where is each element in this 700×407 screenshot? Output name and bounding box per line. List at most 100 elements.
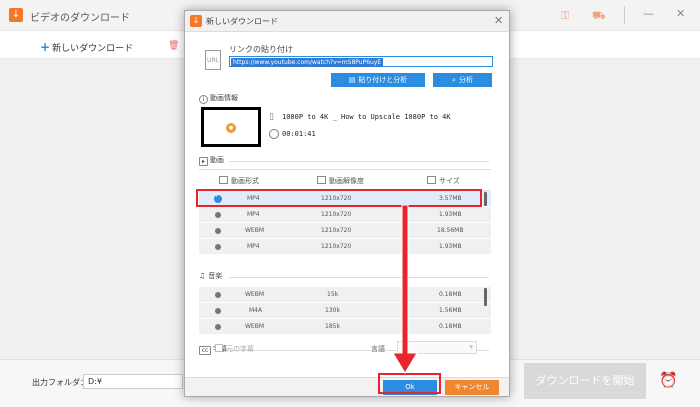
cc-icon: cc [199,346,211,355]
table-row[interactable]: WEBM 15k 0.18MB [199,287,491,303]
row-format: WEBM [245,291,265,298]
video-logo-icon: ● [226,123,236,133]
new-download-label: 新しいダウンロード [52,44,134,54]
alarm-clock-icon[interactable]: ⏰ [659,371,678,389]
output-folder-input[interactable]: D:¥ [83,374,183,389]
audio-table: WEBM 15k 0.18MB M4A 130k 1.56MB WEBM 185… [199,287,491,335]
video-table-header: 動画形式 動画解像度 サイズ [199,170,491,191]
search-icon: ⌕ [452,76,456,84]
row-bitrate: 185k [325,323,340,330]
chevron-down-icon: ▾ [469,343,473,351]
video-section: ▸ 動画 [199,155,224,166]
dialog-close-icon[interactable]: ✕ [494,14,503,27]
analyze-label: 分析 [458,76,473,84]
dialog-titlebar: ↓ 新しいダウンロード ✕ [185,11,509,32]
language-label: 言語 [371,345,385,353]
clock-icon [269,129,279,139]
row-resolution: 1210x720 [321,243,352,250]
radio-button[interactable] [215,212,221,218]
table-row[interactable]: M4A 130k 1.56MB [199,303,491,319]
row-resolution: 1210x720 [321,211,352,218]
download-logo-icon: ↓ [190,15,202,27]
close-icon[interactable]: ✕ [676,7,685,20]
row-size: 1.56MB [439,307,462,314]
col-resolution-header: 動画解像度 [317,176,364,186]
section-divider [229,161,489,162]
original-subtitle-checkbox[interactable] [215,344,223,352]
row-bitrate: 130k [325,307,340,314]
cancel-button[interactable]: キャンセル [445,380,499,395]
radio-button[interactable] [215,292,221,298]
col-resolution-label: 動画解像度 [329,177,364,185]
table-row[interactable]: WEBM 185k 0.18MB [199,319,491,335]
col-format-header: 動画形式 [219,176,259,186]
paste-and-analyze-button[interactable]: ▤ 貼り付けと分析 [331,73,425,87]
video-thumbnail: ● [201,107,261,147]
row-format: MP4 [247,211,260,218]
download-logo-icon: ↓ [9,8,23,22]
original-subtitle-label: 元の字幕 [226,345,254,353]
minimize-icon[interactable]: — [643,7,654,20]
size-icon [427,176,436,184]
radio-button[interactable] [215,308,221,314]
titlebar-divider [624,6,625,24]
row-format: M4A [249,307,263,314]
radio-button[interactable] [215,228,221,234]
col-format-label: 動画形式 [231,177,259,185]
row-format: WEBM [245,323,265,330]
app-title: ビデオのダウンロード [30,13,130,24]
audio-section: ♫ 音楽 [199,271,222,281]
url-value: https://www.youtube.com/watch?v=mS8PuP6u… [231,58,384,67]
analyze-button[interactable]: ⌕ 分析 [433,73,492,87]
audio-section-label: 音楽 [208,272,223,280]
video-info-section: i 動画情報 [199,93,238,104]
row-bitrate: 15k [327,291,339,298]
output-folder-label: 出力フォルダ： [32,378,88,387]
url-input[interactable]: https://www.youtube.com/watch?v=mS8PuP6u… [229,56,493,67]
row-format: WEBM [245,227,265,234]
start-download-button[interactable]: ダウンロードを開始 [524,363,646,399]
highlight-ok-button [378,373,441,394]
key-icon[interactable]: ⚿ [561,9,569,23]
radio-button[interactable] [215,324,221,330]
video-icon: ▸ [199,157,208,166]
video-table: 動画形式 動画解像度 サイズ MP4 1210x720 3.57MB MP4 1… [199,169,491,255]
row-resolution: 1210x720 [321,227,352,234]
file-icon: ▯ [269,112,274,122]
red-arrow-icon [392,205,418,374]
row-format: MP4 [247,243,260,250]
dialog-title: 新しいダウンロード [206,17,278,26]
video-info-label: 動画情報 [210,94,238,102]
plus-icon: + [40,40,51,54]
row-size: 1.93MB [439,211,462,218]
url-label: リンクの貼り付け [229,45,293,54]
url-document-icon: URL [205,50,221,70]
col-size-label: サイズ [439,177,460,185]
row-size: 1.93MB [439,243,462,250]
row-size: 0.18MB [439,291,462,298]
col-size-header: サイズ [427,176,460,186]
section-divider [229,277,489,278]
resolution-icon [317,176,326,184]
video-title: 1080P to 4K _ How to Upscale 1080P to 4K [282,113,451,121]
radio-button[interactable] [215,244,221,250]
row-size: 18.56MB [437,227,464,234]
trash-icon[interactable]: 🗑 [168,41,179,51]
video-duration: 00:01:41 [282,130,316,138]
highlight-selected-row [196,189,482,207]
table-row[interactable]: MP4 1210x720 1.93MB [199,239,491,255]
paste-and-analyze-label: 貼り付けと分析 [358,76,408,84]
table-row[interactable]: MP4 1210x720 1.93MB [199,207,491,223]
table-row[interactable]: WEBM 1210x720 18.56MB [199,223,491,239]
video-section-label: 動画 [210,156,224,164]
dialog-footer: Ok キャンセル [185,377,509,396]
audio-scrollbar[interactable] [484,288,487,306]
format-icon [219,176,228,184]
row-size: 0.18MB [439,323,462,330]
cart-icon[interactable]: ⛟ [592,9,606,24]
music-icon: ♫ [199,272,206,280]
new-download-button[interactable]: + 新しいダウンロード [40,40,133,54]
paste-icon: ▤ [348,76,356,84]
info-icon: i [199,95,208,104]
video-scrollbar[interactable] [484,192,487,206]
